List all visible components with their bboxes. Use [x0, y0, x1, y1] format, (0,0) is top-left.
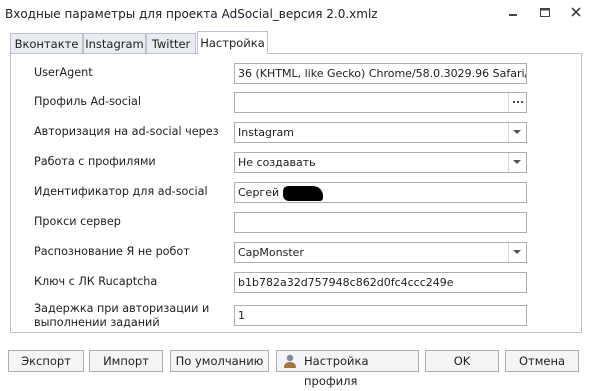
profile-label: Профиль Ad-social	[34, 95, 141, 108]
captcha-row: Распознование Я не робот CapMonster	[23, 240, 571, 266]
rucaptcha-input[interactable]: b1b782a32d757948c862d0fc4ccc249e	[234, 272, 527, 293]
export-button[interactable]: Экспорт	[8, 350, 84, 372]
profiles-mode-value: Не создавать	[238, 156, 316, 169]
defaults-button[interactable]: По умолчанию	[170, 350, 269, 372]
useragent-row: UserAgent 36 (KHTML, like Gecko) Chrome/…	[23, 61, 571, 87]
auth-select[interactable]: Instagram	[234, 122, 527, 143]
captcha-select[interactable]: CapMonster	[234, 242, 527, 263]
auth-row: Авторизация на ad-social через Instagram	[23, 120, 571, 146]
captcha-value: CapMonster	[238, 246, 304, 259]
title-bar[interactable]: Входные параметры для проекта AdSocial_в…	[0, 0, 592, 30]
proxy-label: Прокси сервер	[34, 215, 121, 228]
profile-input[interactable]	[234, 92, 527, 113]
ok-button[interactable]: OK	[425, 350, 499, 372]
settings-panel: UserAgent 36 (KHTML, like Gecko) Chrome/…	[10, 53, 582, 333]
proxy-row: Прокси сервер	[23, 210, 571, 236]
maximize-icon[interactable]	[535, 5, 555, 21]
close-icon[interactable]	[566, 5, 586, 21]
cancel-button[interactable]: Отмена	[505, 350, 579, 372]
chevron-down-icon[interactable]	[508, 243, 526, 262]
delay-label: Задержка при авторизации и выполнении за…	[34, 302, 209, 330]
tab-instagram[interactable]: Instagram	[83, 33, 146, 53]
profile-settings-label: Настройка профиля	[304, 354, 369, 388]
delay-row: Задержка при авторизации и выполнении за…	[23, 300, 571, 332]
ad-social-id-row: Идентификатор для ad-social Сергей	[23, 180, 571, 206]
tab-vkontakte[interactable]: Вконтакте	[10, 33, 83, 53]
delay-input[interactable]: 1	[234, 305, 527, 326]
profile-settings-button[interactable]: Настройка профиля	[276, 350, 419, 388]
profiles-mode-select[interactable]: Не создавать	[234, 152, 527, 173]
captcha-label: Распознование Я не робот	[34, 245, 190, 258]
user-icon	[282, 353, 298, 375]
profiles-mode-label: Работа с профилями	[34, 155, 156, 168]
profile-row: Профиль Ad-social	[23, 90, 571, 116]
window-title: Входные параметры для проекта AdSocial_в…	[5, 7, 378, 21]
tab-settings[interactable]: Настройка	[197, 31, 268, 54]
profiles-mode-row: Работа с профилями Не создавать	[23, 150, 571, 176]
redaction-mark	[283, 186, 323, 201]
minimize-icon[interactable]	[503, 5, 523, 21]
dialog-window: Входные параметры для проекта AdSocial_в…	[0, 0, 592, 388]
import-button[interactable]: Импорт	[89, 350, 163, 372]
rucaptcha-label: Ключ с ЛК Rucaptcha	[34, 275, 158, 288]
chevron-down-icon[interactable]	[508, 123, 526, 142]
useragent-label: UserAgent	[34, 66, 93, 79]
ad-social-id-input[interactable]: Сергей	[234, 182, 527, 203]
ad-social-id-value: Сергей	[238, 186, 280, 199]
ad-social-id-label: Идентификатор для ad-social	[34, 185, 208, 198]
tab-twitter[interactable]: Twitter	[146, 33, 196, 53]
chevron-down-icon[interactable]	[508, 153, 526, 172]
proxy-input[interactable]	[234, 212, 527, 233]
ellipsis-icon[interactable]	[508, 93, 526, 112]
useragent-input[interactable]: 36 (KHTML, like Gecko) Chrome/58.0.3029.…	[234, 63, 527, 84]
delay-label-line1: Задержка при авторизации и	[34, 302, 210, 315]
delay-label-line2: выполнении заданий	[34, 316, 160, 329]
rucaptcha-row: Ключ с ЛК Rucaptcha b1b782a32d757948c862…	[23, 270, 571, 296]
auth-label: Авторизация на ad-social через	[34, 125, 219, 138]
auth-value: Instagram	[238, 126, 294, 139]
